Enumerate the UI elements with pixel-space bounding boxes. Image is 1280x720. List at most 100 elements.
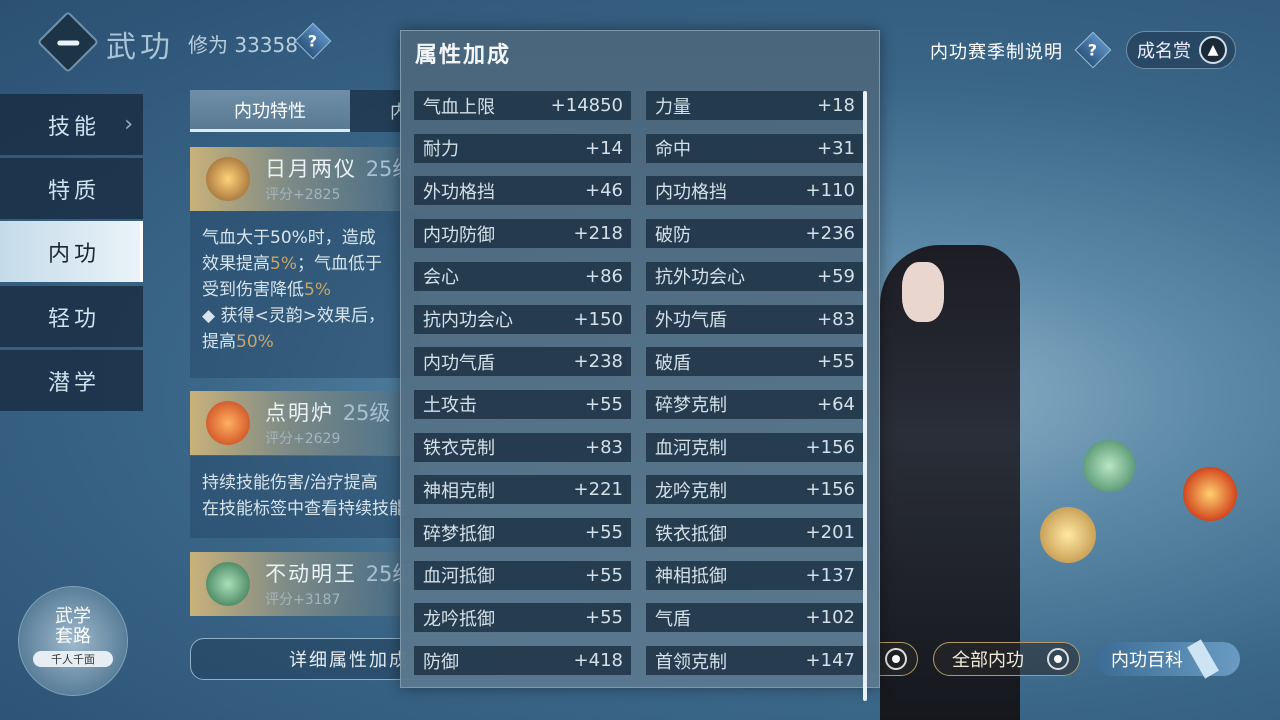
stat-row: 铁衣克制 +83: [414, 432, 631, 462]
stat-name: 内功格挡: [655, 181, 727, 203]
attribute-bonus-popup: 属性加成 气血上限 +14850 力量 +18 耐力 +14 命中 +31 外功格挡 +46 内功格…: [400, 30, 880, 701]
stat-name: 外功格挡: [423, 181, 495, 203]
stat-row: 气血上限 +14850: [414, 91, 631, 120]
stat-name: 血河抵御: [423, 566, 495, 588]
stat-value: +83: [817, 308, 855, 330]
sidebar-item-label: 潜学: [48, 370, 101, 396]
stat-value: +55: [585, 522, 623, 543]
stat-row: 碎梦克制 +64: [646, 389, 863, 419]
stat-name: 铁衣抵御: [655, 523, 727, 545]
stat-row: 力量 +18: [646, 91, 863, 120]
season-question-icon[interactable]: ?: [1074, 31, 1112, 69]
sidebar-item-3[interactable]: 轻功: [0, 286, 143, 347]
stat-name: 内功气盾: [423, 352, 495, 374]
stat-value: +55: [585, 564, 623, 586]
sun-orb-icon: [1040, 507, 1096, 563]
scrollbar[interactable]: [863, 91, 867, 701]
stat-name: 气盾: [655, 608, 691, 630]
stat-row: 龙吟克制 +156: [646, 475, 863, 505]
stat-name: 气血上限: [423, 96, 495, 118]
stat-name: 抗外功会心: [655, 267, 745, 289]
stat-row: 铁衣抵御 +201: [646, 518, 863, 547]
stat-name: 血河克制: [655, 438, 727, 460]
stat-value: +221: [573, 479, 623, 501]
stat-name: 龙吟抵御: [423, 608, 495, 630]
stat-row: 命中 +31: [646, 133, 863, 163]
ring-icon: [1047, 648, 1069, 670]
desc-text: 5%: [304, 280, 331, 300]
sidebar-item-4[interactable]: 潜学: [0, 350, 143, 411]
badge-title-2: 套路: [55, 626, 91, 647]
stat-value: +150: [573, 308, 623, 330]
stat-row: 会心 +86: [414, 261, 631, 291]
stat-row: 龙吟抵御 +55: [414, 603, 631, 633]
sidebar-item-1[interactable]: 特质: [0, 158, 143, 219]
tab-neigong-traits[interactable]: 内功特性: [190, 90, 350, 132]
tab-neigong-other[interactable]: 内: [350, 90, 400, 132]
stat-row: 神相克制 +221: [414, 475, 631, 505]
stat-value: +156: [805, 436, 855, 458]
stat-value: +55: [585, 393, 623, 415]
desc-text: 在技能标签中查看持续技能: [202, 499, 406, 519]
sidebar-item-2[interactable]: 内功: [0, 221, 143, 282]
stat-row: 血河抵御 +55: [414, 560, 631, 590]
stat-value: +83: [585, 436, 623, 458]
stat-value: +137: [805, 564, 855, 586]
popup-title: 属性加成: [415, 43, 512, 68]
fame-reward-label: 成名赏: [1137, 41, 1191, 62]
card-name: 点明炉 25级: [265, 401, 391, 425]
all-neigong-button[interactable]: 全部内功: [933, 642, 1080, 676]
stat-name: 碎梦抵御: [423, 523, 495, 545]
sidebar-item-0[interactable]: 技能 ›: [0, 94, 143, 155]
stat-value: +110: [805, 180, 855, 202]
stat-row: 碎梦抵御 +55: [414, 518, 631, 547]
flame-icon: [206, 401, 250, 445]
stat-row: 外功格挡 +46: [414, 176, 631, 206]
card-score: 评分+2825: [265, 187, 341, 203]
stat-value: +86: [585, 265, 623, 287]
stat-name: 会心: [423, 267, 459, 289]
martial-style-badge[interactable]: 武学 套路 千人千面: [18, 586, 128, 696]
stat-name: 命中: [655, 139, 691, 161]
stat-value: +55: [817, 351, 855, 373]
all-neigong-label: 全部内功: [952, 650, 1024, 671]
stat-row: 抗外功会心 +59: [646, 261, 863, 291]
stat-name: 土攻击: [423, 395, 477, 417]
season-rules-link[interactable]: 内功赛季制说明: [930, 38, 1063, 64]
scroll-icon: [1187, 639, 1219, 679]
stat-name: 抗内功会心: [423, 310, 513, 331]
desc-text: 50%: [236, 332, 274, 352]
neigong-card-0[interactable]: 日月两仪 25级 评分+2825: [190, 147, 430, 211]
neigong-card-2[interactable]: 不动明王 25级评分+3187: [190, 552, 430, 616]
wugong-logo-icon: [36, 10, 100, 74]
card-score: 评分+3187: [265, 592, 341, 608]
encyclopedia-label: 内功百科: [1111, 650, 1183, 671]
fame-reward-button[interactable]: 成名赏 ▲: [1126, 31, 1236, 69]
sidebar-item-label: 内功: [48, 241, 101, 267]
desc-text: 5%: [270, 254, 297, 274]
ascend-icon: ▲: [1199, 36, 1227, 64]
desc-text: 效果提高: [202, 254, 270, 274]
question-icon[interactable]: ?: [294, 22, 332, 60]
stat-name: 防御: [423, 651, 459, 673]
stat-row: 气盾 +102: [646, 603, 863, 633]
stat-value: +18: [817, 95, 855, 116]
stat-value: +14: [585, 137, 623, 159]
stat-row: 内功格挡 +110: [646, 176, 863, 206]
stat-value: +55: [585, 607, 623, 629]
desc-text: ；气血低于: [296, 254, 382, 274]
stat-value: +156: [805, 479, 855, 501]
desc-text: 受到伤害降低: [202, 280, 304, 300]
stat-value: +238: [573, 351, 623, 373]
stat-row: 土攻击 +55: [414, 389, 631, 419]
stat-name: 铁衣克制: [423, 438, 495, 460]
neigong-card-1[interactable]: 点明炉 25级 评分+2629: [190, 391, 430, 455]
ring-icon: [885, 648, 907, 670]
neigong-encyclopedia-button[interactable]: 内功百科: [1095, 639, 1240, 679]
card-name: 不动明王 25级: [265, 562, 414, 586]
stat-value: +64: [817, 393, 855, 415]
stat-name: 首领克制: [655, 651, 727, 673]
badge-title-1: 武学: [55, 606, 91, 627]
stat-name: 力量: [655, 96, 691, 118]
stat-row: 内功气盾 +238: [414, 347, 631, 377]
